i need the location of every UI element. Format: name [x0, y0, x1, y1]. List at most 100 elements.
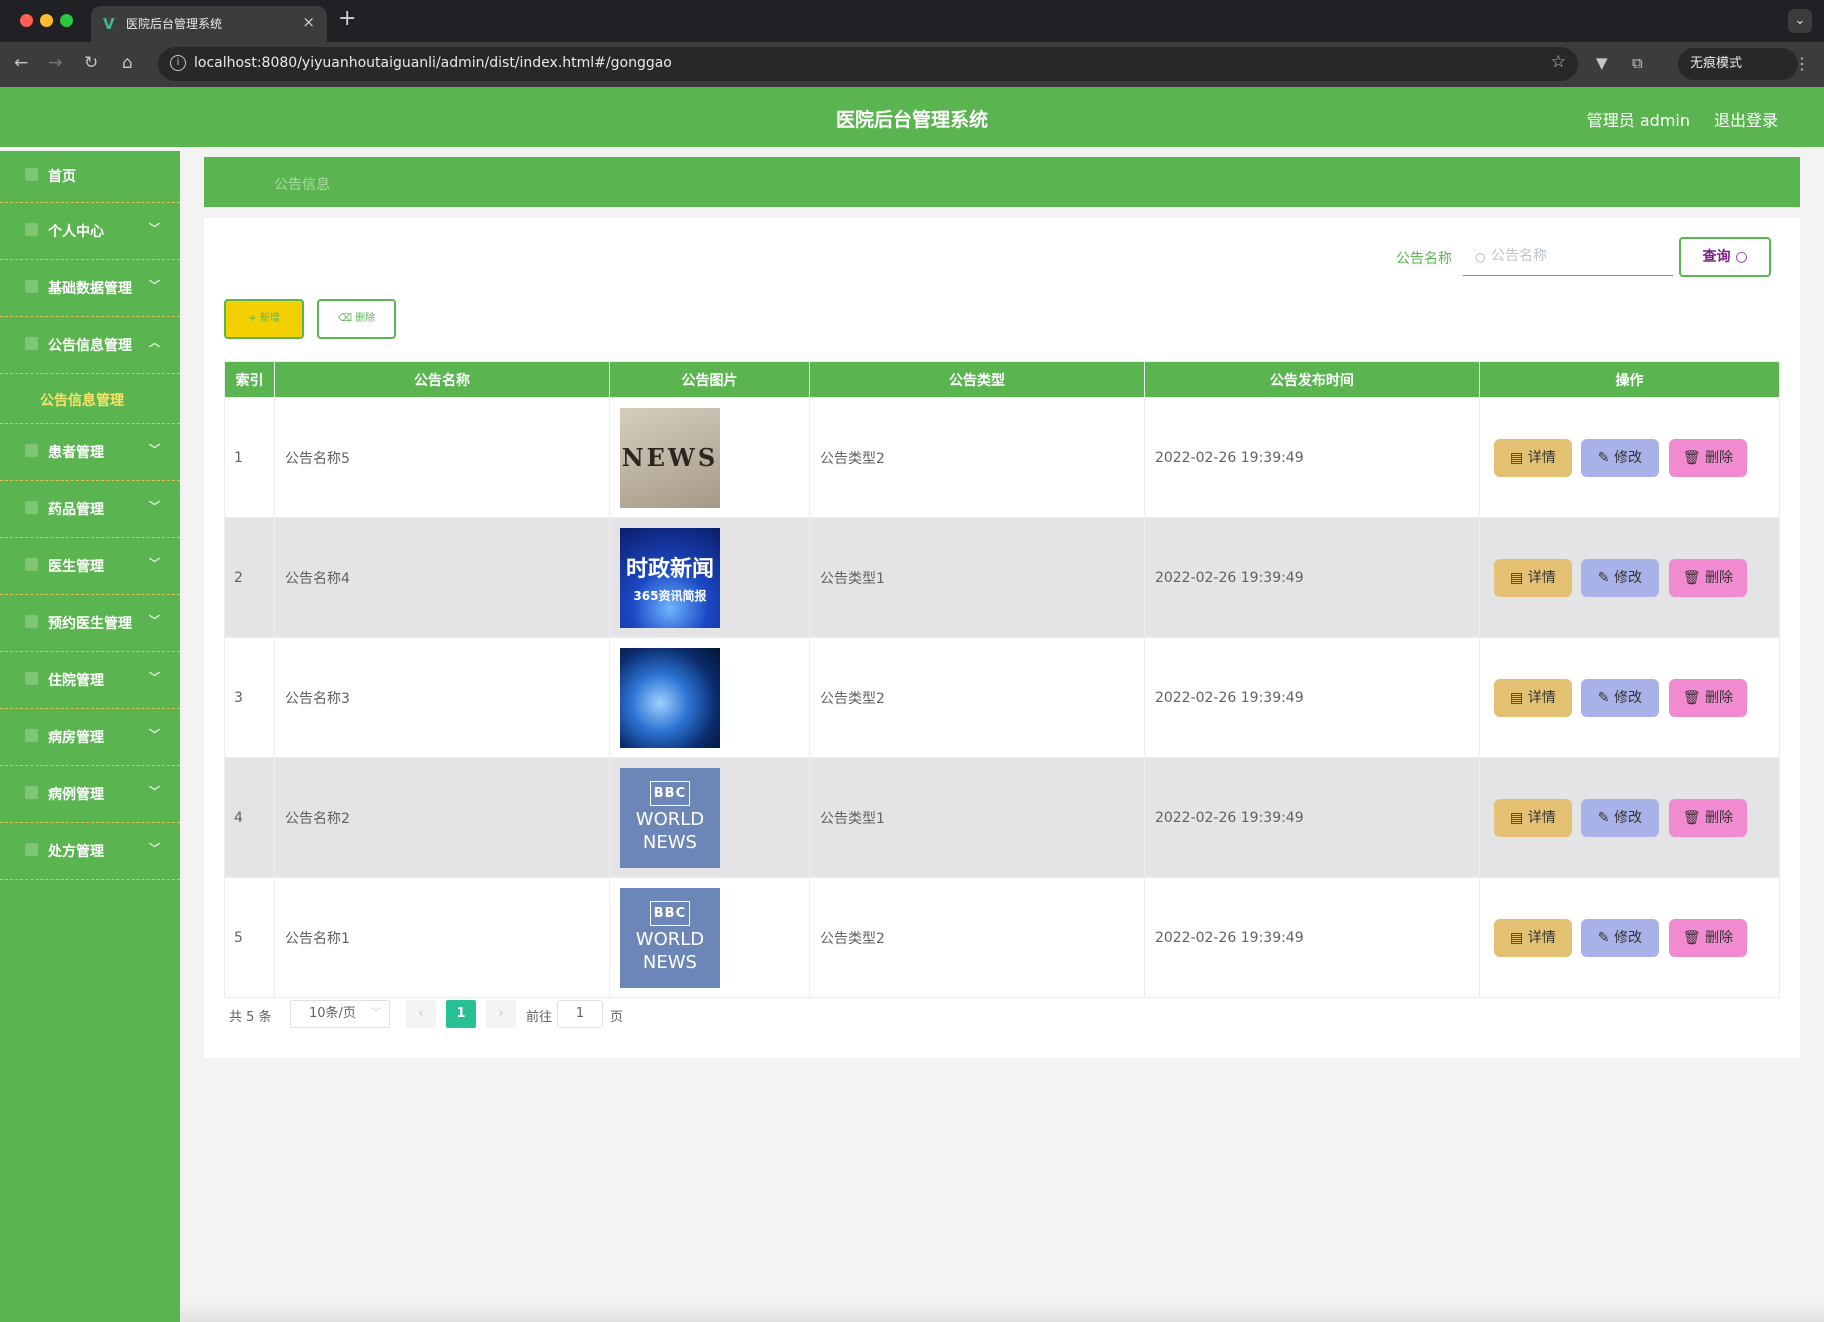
column-header[interactable]: 公告名称 — [274, 361, 610, 398]
delete-button[interactable]: 🗑 删除 — [1668, 919, 1747, 957]
query-button[interactable]: 查询 ○ — [1679, 237, 1771, 277]
bookmark-star-icon[interactable]: ☆ — [1551, 52, 1566, 72]
back-arrow-icon[interactable]: ← — [14, 53, 28, 73]
sidebar-item-prescriptions[interactable]: 处方管理 ﹀ — [0, 823, 180, 880]
breadcrumb-item[interactable]: 公告信息 — [274, 174, 330, 194]
image-title-text: 时政新闻 — [625, 557, 714, 582]
detail-button[interactable]: ▤ 详情 — [1493, 919, 1572, 957]
sidebar-item-wards[interactable]: 病房管理 ﹀ — [0, 709, 180, 766]
table-row[interactable]: 4 公告名称2 BBC WORLD NEWS 公告类型1 2022-02-26 … — [224, 757, 1781, 878]
address-bar[interactable]: i localhost:8080/yiyuanhoutaiguanli/admi… — [158, 47, 1578, 81]
extension-v-icon[interactable]: ▼ — [1596, 54, 1608, 72]
table-row[interactable]: 5 公告名称1 BBC WORLD NEWS 公告类型2 2022-02-26 … — [224, 877, 1781, 998]
bbc-line-2: NEWS — [642, 832, 697, 853]
chevron-down-icon[interactable]: ⌄ — [1788, 9, 1812, 33]
home-icon — [25, 168, 38, 181]
row-type: 公告类型1 — [808, 517, 1145, 638]
bbc-world-news-image[interactable]: BBC WORLD NEWS — [619, 767, 720, 868]
detail-button[interactable]: ▤ 详情 — [1493, 679, 1572, 717]
sidebar-item-label: 基础数据管理 — [48, 281, 132, 297]
next-page-button[interactable]: › — [486, 1000, 516, 1028]
logout-link[interactable]: 退出登录 — [1714, 107, 1778, 131]
column-header[interactable]: 公告发布时间 — [1143, 361, 1480, 398]
globe-image[interactable] — [619, 647, 720, 748]
vue-logo-icon: V — [103, 15, 115, 33]
extensions-puzzle-icon[interactable]: ⧉ — [1632, 54, 1643, 72]
sidebar-item-home[interactable]: 首页 — [0, 151, 180, 203]
chevron-down-icon: ﹀ — [149, 279, 160, 292]
row-name: 公告名称5 — [274, 397, 610, 518]
trash-icon: 🗑 — [1682, 570, 1705, 586]
browser-tab[interactable]: V 医院后台管理系统 × — [91, 6, 327, 42]
more-menu-icon[interactable]: ⋮ — [1794, 54, 1810, 73]
row-name: 公告名称2 — [274, 757, 610, 878]
sidebar-item-hospitalization[interactable]: 住院管理 ﹀ — [0, 652, 180, 709]
news-image[interactable]: NEWS — [619, 407, 720, 508]
browser-toolbar: ← → ↻ ⌂ i localhost:8080/yiyuanhoutaigua… — [0, 42, 1824, 87]
table-row[interactable]: 3 公告名称3 公告类型2 2022-02-26 19:39:49 ▤ 详情 ✎… — [224, 637, 1781, 758]
delete-label: 删除 — [1705, 450, 1733, 466]
table-row[interactable]: 1 公告名称5 NEWS 公告类型2 2022-02-26 19:39:49 ▤… — [224, 397, 1781, 518]
column-header[interactable]: 公告类型 — [808, 361, 1145, 398]
page-number-button[interactable]: 1 — [446, 1000, 476, 1028]
search-field[interactable]: ○ — [1463, 240, 1673, 276]
sidebar-item-announcement[interactable]: 公告信息管理 ︿ — [0, 317, 180, 374]
delete-button[interactable]: 🗑 删除 — [1668, 439, 1747, 477]
delete-label: 删除 — [1705, 570, 1733, 586]
sidebar-item-patients[interactable]: 患者管理 ﹀ — [0, 424, 180, 481]
column-header[interactable]: 索引 — [224, 361, 275, 398]
add-button[interactable]: + 新增 — [224, 299, 304, 339]
site-info-icon[interactable]: i — [170, 55, 186, 71]
edit-button[interactable]: ✎ 修改 — [1580, 679, 1659, 717]
prev-page-button[interactable]: ‹ — [406, 1000, 436, 1028]
edit-button[interactable]: ✎ 修改 — [1580, 919, 1659, 957]
detail-button[interactable]: ▤ 详情 — [1493, 439, 1572, 477]
edit-button[interactable]: ✎ 修改 — [1580, 799, 1659, 837]
row-index: 5 — [224, 877, 275, 998]
edit-label: 修改 — [1613, 570, 1642, 586]
trash-icon: 🗑 — [1682, 930, 1705, 946]
edit-button[interactable]: ✎ 修改 — [1580, 559, 1659, 597]
close-icon[interactable]: × — [302, 13, 315, 31]
batch-delete-button[interactable]: ⌫ 删除 — [317, 299, 396, 339]
sidebar-item-personal-center[interactable]: 个人中心 ﹀ — [0, 203, 180, 260]
sidebar-item-label: 医生管理 — [48, 559, 104, 575]
window-maximize-dot[interactable] — [60, 14, 73, 27]
goto-page-input[interactable]: 1 — [557, 1000, 603, 1028]
political-news-image[interactable]: 时政新闻 365资讯简报 — [619, 527, 720, 628]
column-header[interactable]: 操作 — [1478, 361, 1781, 398]
sidebar-item-label: 病房管理 — [48, 730, 104, 746]
submenu-item-announcement-manage[interactable]: 公告信息管理 — [0, 374, 180, 424]
bbc-world-news-image[interactable]: BBC WORLD NEWS — [619, 887, 720, 988]
row-index: 4 — [224, 757, 275, 878]
home-icon[interactable]: ⌂ — [122, 53, 133, 73]
detail-button[interactable]: ▤ 详情 — [1493, 559, 1572, 597]
column-header[interactable]: 公告图片 — [608, 361, 810, 398]
new-tab-icon[interactable]: + — [338, 6, 356, 31]
delete-button[interactable]: 🗑 删除 — [1668, 799, 1747, 837]
delete-button[interactable]: 🗑 删除 — [1668, 679, 1747, 717]
row-index: 1 — [224, 397, 275, 518]
bbc-logo: BBC — [649, 781, 691, 806]
page-size-select[interactable]: 10条/页 ﹀ — [290, 1000, 390, 1028]
window-close-dot[interactable] — [20, 14, 33, 27]
forward-arrow-icon[interactable]: → — [48, 53, 62, 73]
pencil-icon: ✎ — [1597, 570, 1614, 586]
table-row[interactable]: 2 公告名称4 时政新闻 365资讯简报 公告类型1 2022-02-26 19… — [224, 517, 1781, 638]
delete-button[interactable]: 🗑 删除 — [1668, 559, 1747, 597]
sidebar-item-cases[interactable]: 病例管理 ﹀ — [0, 766, 180, 823]
sidebar-item-medicine[interactable]: 药品管理 ﹀ — [0, 481, 180, 538]
reload-icon[interactable]: ↻ — [84, 53, 98, 73]
detail-button[interactable]: ▤ 详情 — [1493, 799, 1572, 837]
search-input[interactable] — [1491, 248, 1661, 264]
sidebar-item-doctors[interactable]: 医生管理 ﹀ — [0, 538, 180, 595]
edit-button[interactable]: ✎ 修改 — [1580, 439, 1659, 477]
window-minimize-dot[interactable] — [40, 14, 53, 27]
row-time: 2022-02-26 19:39:49 — [1143, 637, 1480, 758]
row-actions: ▤ 详情 ✎ 修改 🗑 删除 — [1478, 517, 1781, 638]
sidebar-item-appointments[interactable]: 预约医生管理 ﹀ — [0, 595, 180, 652]
incognito-badge[interactable]: 无痕模式 — [1678, 48, 1798, 80]
url-text[interactable]: localhost:8080/yiyuanhoutaiguanli/admin/… — [194, 55, 672, 71]
detail-label: 详情 — [1527, 690, 1556, 706]
sidebar-item-basic-data[interactable]: 基础数据管理 ﹀ — [0, 260, 180, 317]
